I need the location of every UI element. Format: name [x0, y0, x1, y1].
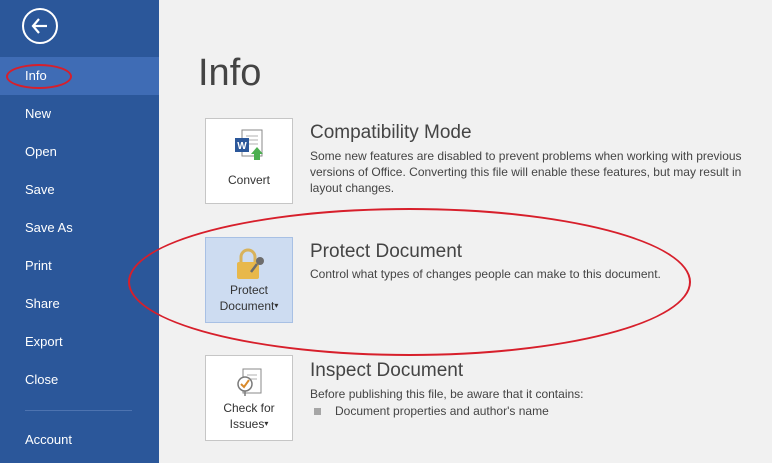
nav-item-share[interactable]: Share: [0, 285, 159, 323]
nav-item-new[interactable]: New: [0, 95, 159, 133]
inspect-document-title: Inspect Document: [310, 360, 464, 381]
convert-button[interactable]: W Convert: [205, 118, 293, 204]
convert-label: Convert: [227, 173, 271, 187]
check-for-issues-button[interactable]: Check for Issues▾: [205, 355, 293, 441]
nav-item-save-as[interactable]: Save As: [0, 209, 159, 247]
protect-document-description: Control what types of changes people can…: [310, 267, 661, 281]
nav-item-print[interactable]: Print: [0, 247, 159, 285]
nav-item-export[interactable]: Export: [0, 323, 159, 361]
protect-document-label: Protect Document▾: [219, 283, 279, 313]
nav-item-close[interactable]: Close: [0, 361, 159, 399]
dropdown-caret-icon: ▾: [264, 419, 269, 428]
bullet-square: [314, 408, 321, 415]
nav-item-info[interactable]: Info: [0, 57, 159, 95]
nav-item-open[interactable]: Open: [0, 133, 159, 171]
backstage-sidebar: Info New Open Save Save As Print Share E…: [0, 0, 159, 463]
compatibility-mode-description: Some new features are disabled to preven…: [310, 149, 742, 195]
nav-item-account[interactable]: Account: [0, 421, 159, 459]
nav-item-save[interactable]: Save: [0, 171, 159, 209]
check-for-issues-label: Check for Issues▾: [223, 401, 275, 431]
inspect-bullet-item: Document properties and author's name: [335, 404, 549, 418]
dropdown-caret-icon: ▾: [274, 301, 279, 310]
page-title: Info: [198, 52, 262, 94]
compatibility-mode-title: Compatibility Mode: [310, 122, 472, 143]
lock-key-icon: [237, 248, 264, 279]
inspect-document-description: Before publishing this file, be aware th…: [310, 387, 584, 401]
protect-document-button[interactable]: Protect Document▾: [205, 237, 293, 323]
inspect-document-icon: [237, 368, 262, 396]
back-button[interactable]: [22, 8, 58, 44]
protect-document-title: Protect Document: [310, 241, 463, 262]
nav-divider: [25, 410, 132, 411]
svg-text:W: W: [237, 141, 247, 152]
arrow-left-icon: [31, 18, 47, 34]
word-convert-icon: W: [235, 129, 263, 160]
